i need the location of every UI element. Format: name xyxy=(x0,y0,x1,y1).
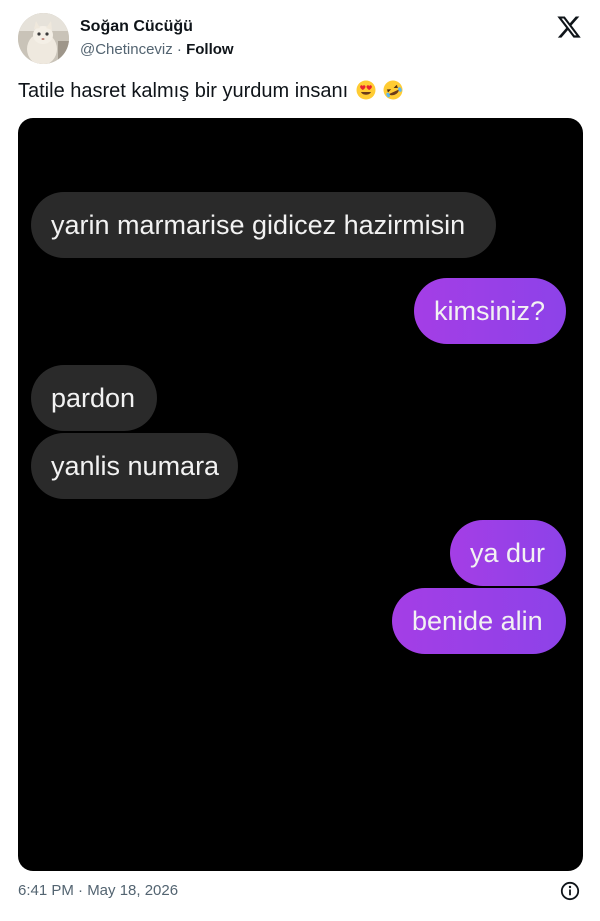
chat-bubble-outgoing: benide alin xyxy=(392,588,566,654)
tweet-body: Tatile hasret kalmış bir yurdum insanı xyxy=(18,80,349,102)
rofl-emoji-icon xyxy=(383,80,403,100)
tweet-text: Tatile hasret kalmış bir yurdum insanı xyxy=(18,80,403,103)
author-name[interactable]: Soğan Cücüğü xyxy=(80,18,193,36)
chat-bubble-incoming: pardon xyxy=(31,365,157,431)
author-handle[interactable]: @Chetinceviz xyxy=(80,41,173,58)
cat-avatar-icon xyxy=(18,13,69,64)
author-line: @Chetinceviz · Follow xyxy=(80,41,234,58)
chat-bubble-incoming: yarin marmarise gidicez hazirmisin xyxy=(31,192,496,258)
tweet-media-image[interactable]: yarin marmarise gidicez hazirmisin kimsi… xyxy=(18,118,583,871)
info-icon[interactable] xyxy=(560,881,580,901)
avatar[interactable] xyxy=(18,13,69,64)
separator: · xyxy=(172,41,187,58)
chat-bubble-incoming: yanlis numara xyxy=(31,433,238,499)
x-logo-icon[interactable] xyxy=(556,14,582,40)
chat-bubble-outgoing: ya dur xyxy=(450,520,566,586)
timestamp[interactable]: 6:41 PM · May 18, 2026 xyxy=(18,882,178,899)
heart-eyes-emoji-icon xyxy=(356,80,376,100)
follow-button[interactable]: Follow xyxy=(186,41,234,58)
chat-bubble-outgoing: kimsiniz? xyxy=(414,278,566,344)
